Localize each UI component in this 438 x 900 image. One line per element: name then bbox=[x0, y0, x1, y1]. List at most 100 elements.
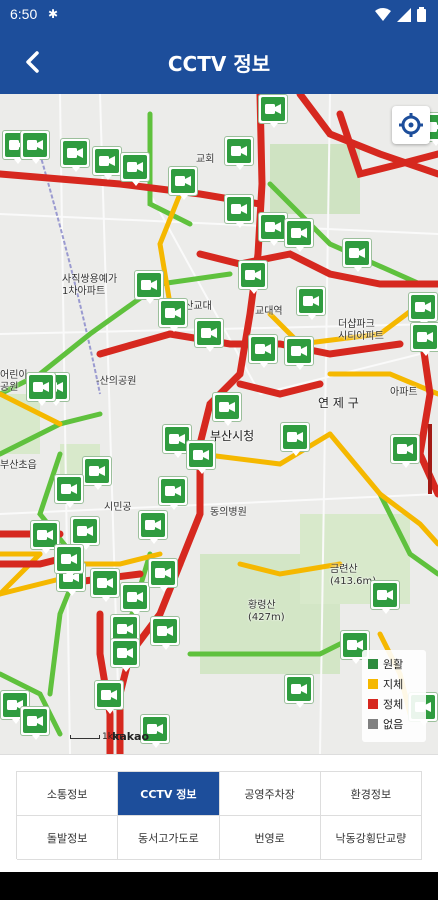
map-provider-logo: kakao bbox=[112, 730, 150, 743]
map-label-siminpark: 시민공 bbox=[104, 502, 132, 513]
cctv-marker[interactable] bbox=[370, 580, 400, 614]
map-label-edu: 어린이 공원 bbox=[0, 370, 28, 393]
cctv-marker[interactable] bbox=[408, 292, 438, 326]
cctv-marker[interactable] bbox=[20, 130, 50, 164]
cctv-camera-icon bbox=[161, 479, 185, 503]
cctv-marker[interactable] bbox=[54, 474, 84, 508]
legend-item-none: 없음 bbox=[368, 714, 420, 734]
map-label-apart: 아파트 bbox=[390, 387, 418, 398]
cctv-marker[interactable] bbox=[186, 440, 216, 474]
cctv-marker[interactable] bbox=[150, 616, 180, 650]
cctv-marker[interactable] bbox=[284, 336, 314, 370]
cctv-marker[interactable] bbox=[296, 286, 326, 320]
cctv-camera-icon bbox=[113, 641, 137, 665]
cctv-marker[interactable] bbox=[138, 510, 168, 544]
cctv-camera-icon bbox=[261, 215, 285, 239]
map-label-yeonje: 연 제 구 bbox=[318, 396, 359, 410]
cctv-marker[interactable] bbox=[120, 582, 150, 616]
cctv-camera-icon bbox=[123, 155, 147, 179]
cctv-marker[interactable] bbox=[238, 260, 268, 294]
cctv-marker[interactable] bbox=[134, 270, 164, 304]
cctv-marker[interactable] bbox=[82, 456, 112, 490]
menu-beonyeong-ro[interactable]: 번영로 bbox=[219, 816, 321, 860]
legend-swatch bbox=[368, 719, 378, 729]
status-bar: 6:50 ✱ bbox=[0, 0, 438, 30]
app-header: CCTV 정보 bbox=[0, 30, 438, 94]
status-time: 6:50 bbox=[10, 6, 38, 22]
legend-swatch bbox=[368, 659, 378, 669]
signal-icon bbox=[397, 7, 411, 22]
map-label-sajikcho: 부산초읍 bbox=[0, 460, 37, 471]
menu-incident-info[interactable]: 돌발정보 bbox=[17, 816, 119, 860]
cctv-camera-icon bbox=[161, 301, 185, 325]
cctv-marker[interactable] bbox=[390, 434, 420, 468]
map-view[interactable]: 사직쌍용예가 1차아파트 부산교대 교대역 더샵파크 시티아파트 연 제 구 아파트… bbox=[0, 94, 438, 754]
cctv-marker[interactable] bbox=[224, 194, 254, 228]
map-label-park: -산의공원 bbox=[96, 376, 137, 387]
cctv-camera-icon bbox=[151, 561, 175, 585]
cctv-camera-icon bbox=[373, 583, 397, 607]
map-label-hwangnyeongsan: 황령산 (427m) bbox=[248, 600, 285, 623]
menu-nakdong-bridges[interactable]: 낙동강횡단교량 bbox=[320, 816, 422, 860]
traffic-legend: 원활 지체 정체 없음 bbox=[362, 650, 426, 742]
cctv-camera-icon bbox=[283, 425, 307, 449]
cctv-marker[interactable] bbox=[158, 476, 188, 510]
cctv-marker[interactable] bbox=[342, 238, 372, 272]
notification-icon: ✱ bbox=[48, 7, 59, 21]
cctv-marker[interactable] bbox=[20, 706, 50, 740]
cctv-camera-icon bbox=[345, 241, 369, 265]
cctv-marker[interactable] bbox=[284, 218, 314, 252]
cctv-camera-icon bbox=[23, 709, 47, 733]
cctv-marker[interactable] bbox=[410, 322, 438, 356]
map-label-gyodae: 교대역 bbox=[255, 306, 283, 317]
cctv-camera-icon bbox=[123, 585, 147, 609]
cctv-marker[interactable] bbox=[110, 638, 140, 672]
menu-panel: 소통정보 CCTV 정보 공영주차장 환경정보 돌발정보 동서고가도로 번영로 … bbox=[0, 754, 438, 872]
menu-public-parking[interactable]: 공영주차장 bbox=[219, 772, 321, 816]
cctv-marker[interactable] bbox=[94, 680, 124, 714]
cctv-camera-icon bbox=[261, 97, 285, 121]
cctv-camera-icon bbox=[33, 523, 57, 547]
cctv-marker[interactable] bbox=[158, 298, 188, 332]
cctv-camera-icon bbox=[227, 139, 251, 163]
crosshair-icon bbox=[399, 113, 423, 137]
cctv-marker[interactable] bbox=[168, 166, 198, 200]
cctv-camera-icon bbox=[197, 321, 221, 345]
cctv-marker[interactable] bbox=[26, 372, 56, 406]
locate-button[interactable] bbox=[392, 106, 430, 144]
cctv-camera-icon bbox=[29, 375, 53, 399]
cctv-camera-icon bbox=[23, 133, 47, 157]
legend-item-jam: 정체 bbox=[368, 694, 420, 714]
cctv-camera-icon bbox=[287, 339, 311, 363]
cctv-marker[interactable] bbox=[258, 94, 288, 128]
cctv-marker[interactable] bbox=[212, 392, 242, 426]
cctv-marker[interactable] bbox=[224, 136, 254, 170]
cctv-marker[interactable] bbox=[70, 516, 100, 550]
cctv-camera-icon bbox=[241, 263, 265, 287]
cctv-marker[interactable] bbox=[280, 422, 310, 456]
menu-traffic-info[interactable]: 소통정보 bbox=[17, 772, 119, 816]
menu-environment-info[interactable]: 환경정보 bbox=[320, 772, 422, 816]
legend-swatch bbox=[368, 699, 378, 709]
cctv-camera-icon bbox=[393, 437, 417, 461]
cctv-marker[interactable] bbox=[60, 138, 90, 172]
cctv-camera-icon bbox=[137, 273, 161, 297]
cctv-camera-icon bbox=[97, 683, 121, 707]
menu-cctv-info[interactable]: CCTV 정보 bbox=[118, 772, 220, 816]
menu-dongseo-expressway[interactable]: 동서고가도로 bbox=[118, 816, 220, 860]
cctv-camera-icon bbox=[189, 443, 213, 467]
cctv-marker[interactable] bbox=[120, 152, 150, 186]
map-label-theshap: 더샵파크 시티아파트 bbox=[338, 319, 384, 342]
cctv-camera-icon bbox=[95, 149, 119, 173]
cctv-marker[interactable] bbox=[54, 544, 84, 578]
cctv-marker[interactable] bbox=[194, 318, 224, 352]
cctv-marker[interactable] bbox=[148, 558, 178, 592]
cctv-marker[interactable] bbox=[248, 334, 278, 368]
cctv-marker[interactable] bbox=[92, 146, 122, 180]
cctv-camera-icon bbox=[299, 289, 323, 313]
cctv-camera-icon bbox=[63, 141, 87, 165]
cctv-camera-icon bbox=[215, 395, 239, 419]
cctv-marker[interactable] bbox=[90, 568, 120, 602]
menu-grid: 소통정보 CCTV 정보 공영주차장 환경정보 돌발정보 동서고가도로 번영로 … bbox=[16, 771, 422, 860]
cctv-marker[interactable] bbox=[284, 674, 314, 708]
